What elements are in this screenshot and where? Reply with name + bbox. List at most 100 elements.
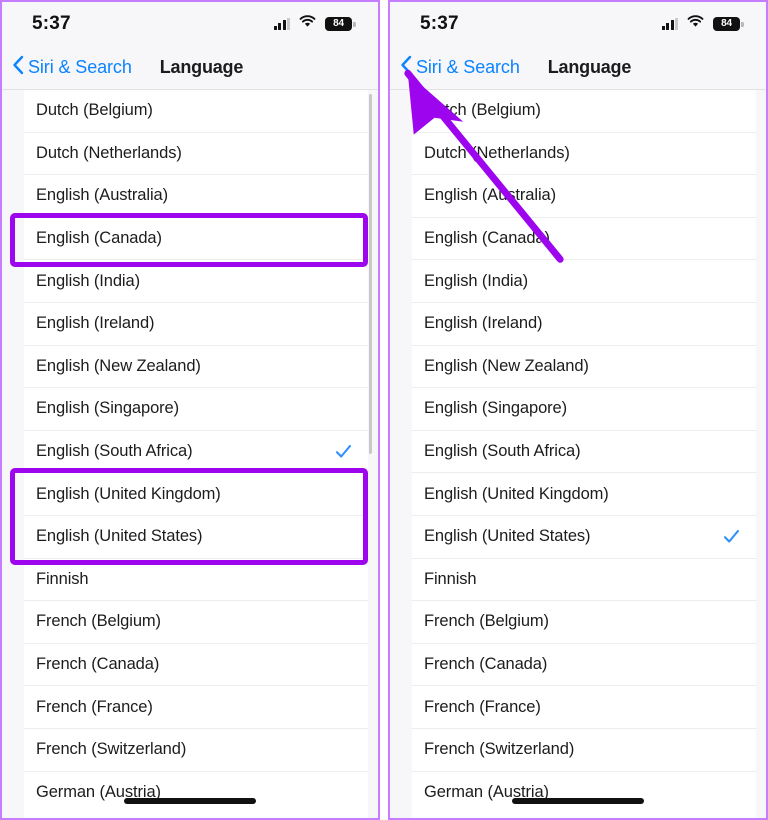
- language-row[interactable]: Dutch (Netherlands): [24, 132, 368, 176]
- language-row[interactable]: English (Ireland): [412, 302, 756, 346]
- language-row[interactable]: French (Belgium): [24, 601, 368, 644]
- after-panel: 5:37 84 Siri & Search Language Dutch (Be…: [388, 0, 768, 820]
- language-row[interactable]: English (United Kingdom): [412, 473, 756, 516]
- language-row[interactable]: English (Canada): [412, 217, 756, 261]
- language-list-left[interactable]: Dutch (Belgium) Dutch (Netherlands) Englis…: [24, 90, 368, 818]
- language-row-label: English (United States): [424, 527, 591, 546]
- language-row-label: French (France): [36, 697, 153, 716]
- language-row[interactable]: English (India): [412, 260, 756, 303]
- chevron-left-icon: [12, 55, 24, 80]
- language-row-label: English (South Africa): [424, 442, 581, 461]
- language-row-label: Dutch (Netherlands): [424, 143, 570, 162]
- comparison-screenshot: 5:37 84 Siri & Search Language Dutch (Be…: [0, 0, 768, 820]
- home-indicator: [512, 798, 644, 804]
- language-row-label: English (Canada): [36, 229, 162, 248]
- language-row-label: French (Canada): [36, 655, 160, 674]
- language-row-label: English (Ireland): [36, 314, 155, 333]
- page-title: Language: [159, 57, 244, 77]
- checkmark-icon: [723, 528, 740, 545]
- language-row-label: English (Singapore): [424, 399, 568, 418]
- language-row[interactable]: English (New Zealand): [412, 345, 756, 389]
- battery-level: 84: [721, 18, 732, 29]
- language-row-label: English (South Africa): [36, 442, 193, 461]
- wifi-icon: [299, 15, 316, 33]
- language-row[interactable]: English (Canada): [24, 217, 368, 261]
- language-row[interactable]: French (Belgium): [412, 601, 756, 644]
- language-row[interactable]: Finnish: [24, 558, 368, 602]
- language-row-label: Dutch (Belgium): [36, 101, 153, 120]
- language-row-label: English (Canada): [424, 229, 550, 248]
- back-button[interactable]: Siri & Search: [12, 55, 132, 80]
- language-row-label: Dutch (Netherlands): [36, 143, 182, 162]
- language-row[interactable]: English (South Africa): [412, 430, 756, 474]
- nav-bar-left: Siri & Search Language: [2, 46, 378, 90]
- language-row[interactable]: English (Singapore): [24, 388, 368, 431]
- language-row[interactable]: English (Singapore): [412, 388, 756, 431]
- language-row-label: French (Switzerland): [424, 740, 575, 759]
- language-row-label: English (Ireland): [424, 314, 543, 333]
- language-row[interactable]: English (Ireland): [24, 302, 368, 346]
- language-row-label: French (Switzerland): [36, 740, 187, 759]
- chevron-left-icon: [400, 55, 412, 80]
- language-row-label: English (India): [36, 271, 140, 290]
- language-row[interactable]: Dutch (Netherlands): [412, 132, 756, 176]
- back-button-label: Siri & Search: [28, 57, 132, 77]
- language-row[interactable]: English (United States): [412, 515, 756, 559]
- language-row[interactable]: Finnish: [412, 558, 756, 602]
- status-time: 5:37: [32, 13, 71, 34]
- language-row[interactable]: English (United Kingdom): [24, 473, 368, 516]
- vertical-scrollbar[interactable]: [369, 94, 372, 454]
- language-row[interactable]: French (Canada): [24, 643, 368, 687]
- language-row-label: English (United States): [36, 527, 203, 546]
- language-row[interactable]: French (France): [24, 686, 368, 729]
- status-bar-right: 5:37 84: [390, 2, 766, 46]
- language-row[interactable]: French (Canada): [412, 643, 756, 687]
- status-indicators: 84: [661, 15, 744, 33]
- battery-icon: 84: [325, 17, 356, 31]
- language-row-label: French (Canada): [424, 655, 548, 674]
- language-row-label: English (New Zealand): [36, 356, 201, 375]
- back-button-label: Siri & Search: [416, 57, 520, 77]
- language-row-label: English (India): [424, 271, 528, 290]
- language-row[interactable]: English (New Zealand): [24, 345, 368, 389]
- home-indicator: [124, 798, 256, 804]
- checkmark-icon: [335, 443, 352, 460]
- language-row-label: English (United Kingdom): [36, 484, 221, 503]
- language-row-label: English (New Zealand): [424, 356, 589, 375]
- language-row-label: English (Australia): [424, 186, 556, 205]
- language-row[interactable]: English (India): [24, 260, 368, 303]
- language-row[interactable]: English (Australia): [412, 175, 756, 218]
- language-row-label: French (France): [424, 697, 541, 716]
- language-row[interactable]: Dutch (Belgium): [412, 90, 756, 133]
- language-row-label: English (Australia): [36, 186, 168, 205]
- battery-icon: 84: [713, 17, 744, 31]
- language-row-label: Dutch (Belgium): [424, 101, 541, 120]
- language-row-label: French (Belgium): [424, 612, 549, 631]
- language-row[interactable]: French (Switzerland): [412, 728, 756, 772]
- language-row[interactable]: French (Switzerland): [24, 728, 368, 772]
- language-row[interactable]: Dutch (Belgium): [24, 90, 368, 133]
- language-row[interactable]: English (South Africa): [24, 430, 368, 474]
- language-row-label: Finnish: [36, 569, 89, 588]
- wifi-icon: [687, 15, 704, 33]
- cellular-bars-icon: [273, 18, 290, 30]
- status-time: 5:37: [420, 13, 459, 34]
- language-row-label: English (United Kingdom): [424, 484, 609, 503]
- page-title: Language: [547, 57, 632, 77]
- language-row-label: French (Belgium): [36, 612, 161, 631]
- language-row[interactable]: German (Austria): [412, 771, 756, 815]
- status-bar-left: 5:37 84: [2, 2, 378, 46]
- cellular-bars-icon: [661, 18, 678, 30]
- language-row[interactable]: French (France): [412, 686, 756, 729]
- before-panel: 5:37 84 Siri & Search Language Dutch (Be…: [0, 0, 380, 820]
- language-row[interactable]: English (Australia): [24, 175, 368, 218]
- language-row[interactable]: German (Austria): [24, 771, 368, 815]
- status-indicators: 84: [273, 15, 356, 33]
- language-row-label: Finnish: [424, 569, 477, 588]
- back-button[interactable]: Siri & Search: [400, 55, 520, 80]
- battery-level: 84: [333, 18, 344, 29]
- language-list-right[interactable]: Dutch (Belgium) Dutch (Netherlands) Englis…: [412, 90, 756, 818]
- language-row[interactable]: English (United States): [24, 515, 368, 559]
- nav-bar-right: Siri & Search Language: [390, 46, 766, 90]
- language-row-label: English (Singapore): [36, 399, 180, 418]
